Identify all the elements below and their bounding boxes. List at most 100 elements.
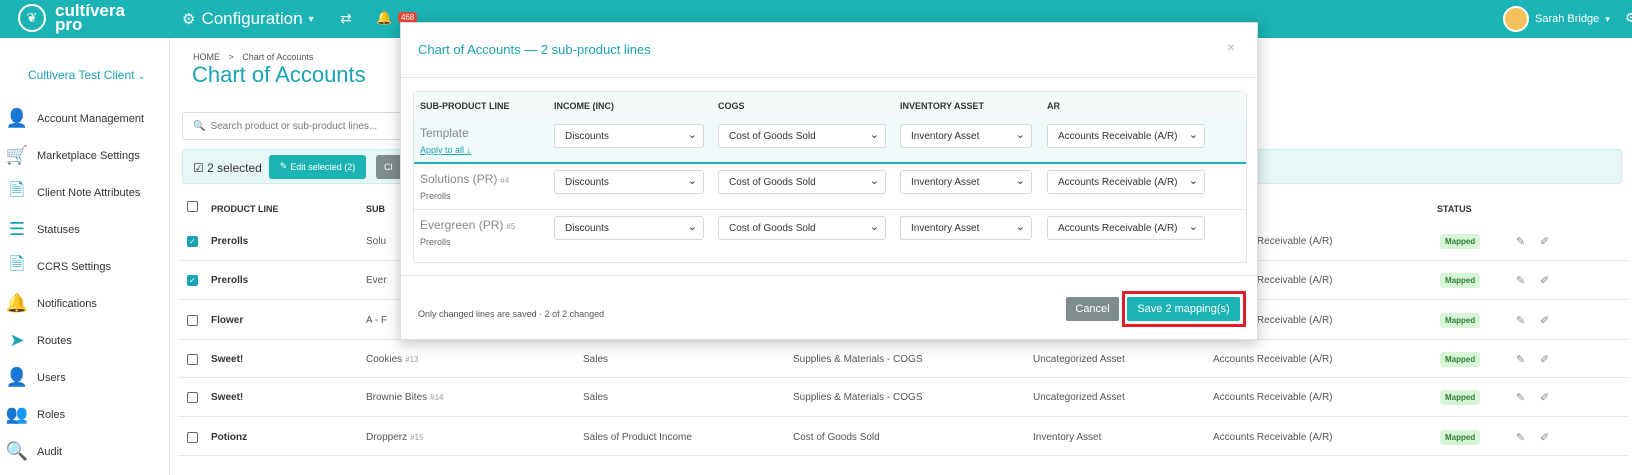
- row-checkbox[interactable]: [187, 392, 198, 403]
- template-row: Template Apply to all ↓ Discounts ⌄ Cost …: [414, 118, 1246, 164]
- template-cogs-select[interactable]: Cost of Goods Sold ⌄: [718, 124, 886, 148]
- select-all-checkbox[interactable]: [187, 201, 198, 212]
- pencil-icon[interactable]: ✎: [1516, 431, 1525, 444]
- row-checkbox-cell[interactable]: ✓: [187, 223, 198, 260]
- cancel-button[interactable]: Cancel: [1066, 297, 1119, 321]
- pencil-icon[interactable]: ✎: [1516, 314, 1525, 327]
- sub-line-row: Evergreen (PR) #5 Prerolls Discounts ⌄ Cos…: [414, 210, 1246, 256]
- eraser-icon[interactable]: ✐: [1540, 431, 1549, 444]
- clear-action[interactable]: ✐: [1540, 341, 1549, 377]
- inventory-select[interactable]: Inventory Asset ⌄: [900, 170, 1032, 194]
- edit-action[interactable]: ✎: [1516, 379, 1525, 416]
- logo[interactable]: ❦ cultívera pro: [18, 2, 125, 33]
- template-income-select[interactable]: Discounts ⌄: [554, 124, 704, 148]
- configuration-menu[interactable]: ⚙ Configuration ▾: [182, 9, 314, 29]
- row-checkbox-cell[interactable]: ✓: [187, 262, 198, 299]
- cogs-select[interactable]: Cost of Goods Sold ⌄: [718, 170, 886, 194]
- cogs-cell: Supplies & Materials - COGS: [793, 379, 923, 416]
- clear-action[interactable]: ✐: [1540, 379, 1549, 416]
- sub-product: Solu: [366, 236, 389, 247]
- clear-action[interactable]: ✐: [1540, 223, 1549, 260]
- breadcrumb-home[interactable]: HOME: [193, 52, 220, 62]
- clear-action[interactable]: ✐: [1540, 262, 1549, 299]
- select-value: Inventory Asset: [911, 131, 980, 142]
- ar-select[interactable]: Accounts Receivable (A/R) ⌄: [1047, 216, 1205, 240]
- logo-text: cultívera pro: [55, 2, 125, 33]
- sidebar-item-users[interactable]: 👤 Users: [0, 359, 170, 396]
- clear-action[interactable]: ✐: [1540, 419, 1549, 455]
- inventory-value: Uncategorized Asset: [1033, 392, 1125, 403]
- table-row[interactable]: Potionz Dropperz #15 Sales of Product Incom…: [178, 419, 1628, 456]
- eraser-icon[interactable]: ✐: [1540, 353, 1549, 366]
- list-icon: ☰: [8, 219, 26, 240]
- income-select[interactable]: Discounts ⌄: [554, 216, 704, 240]
- pencil-icon[interactable]: ✎: [1516, 235, 1525, 248]
- table-row[interactable]: Sweet! Brownie Bites #14 Sales Supplies & Ma…: [178, 379, 1628, 417]
- user-icon: 👤: [5, 367, 29, 388]
- cogs-select[interactable]: Cost of Goods Sold ⌄: [718, 216, 886, 240]
- bell-icon[interactable]: 🔔: [376, 11, 392, 26]
- income-select[interactable]: Discounts ⌄: [554, 170, 704, 194]
- sidebar-item-roles[interactable]: 👥 Roles: [0, 396, 170, 433]
- sidebar-item-statuses[interactable]: ☰ Statuses: [0, 211, 170, 248]
- pencil-icon[interactable]: ✎: [1516, 353, 1525, 366]
- pencil-icon[interactable]: ✎: [1516, 274, 1525, 287]
- edit-action[interactable]: ✎: [1516, 223, 1525, 260]
- template-inventory-select[interactable]: Inventory Asset ⌄: [900, 124, 1032, 148]
- user-icon: 👤: [5, 108, 29, 129]
- ar-select[interactable]: Accounts Receivable (A/R) ⌄: [1047, 170, 1205, 194]
- row-checkbox-cell[interactable]: [187, 302, 198, 339]
- avatar: [1503, 6, 1529, 32]
- client-selector[interactable]: Cultivera Test Client ⌄: [28, 68, 145, 82]
- sub-product: Dropperz #15: [366, 432, 424, 443]
- gear-icon[interactable]: ⚙: [1625, 11, 1632, 26]
- eraser-icon[interactable]: ✐: [1540, 235, 1549, 248]
- cart-icon: 🛒: [5, 145, 29, 166]
- sidebar-item-ccrs-settings[interactable]: 🗎 CCRS Settings: [0, 248, 170, 285]
- col-status: STATUS: [1437, 204, 1472, 214]
- sidebar-nav: 👤 Account Management 🛒 Marketplace Setting…: [0, 100, 170, 470]
- search-placeholder: Search product or sub-product lines...: [210, 121, 378, 132]
- row-checkbox-cell[interactable]: [187, 341, 198, 377]
- template-ar-select[interactable]: Accounts Receivable (A/R) ⌄: [1047, 124, 1205, 148]
- sub-product-id: #15: [410, 432, 424, 442]
- inventory-select[interactable]: Inventory Asset ⌄: [900, 216, 1032, 240]
- edit-action[interactable]: ✎: [1516, 341, 1525, 377]
- sub-product-cell: Cookies #13: [366, 341, 419, 377]
- row-checkbox[interactable]: ✓: [187, 236, 198, 247]
- pencil-icon[interactable]: ✎: [1516, 391, 1525, 404]
- row-checkbox[interactable]: ✓: [187, 275, 198, 286]
- clear-action[interactable]: ✐: [1540, 302, 1549, 339]
- sub-product-name: Solu: [366, 236, 387, 247]
- product-line-cell: Sweet!: [211, 341, 243, 377]
- edit-action[interactable]: ✎: [1516, 262, 1525, 299]
- row-checkbox-cell[interactable]: [187, 419, 198, 455]
- table-row[interactable]: Sweet! Cookies #13 Sales Supplies & Material…: [178, 341, 1628, 378]
- row-checkbox-cell[interactable]: [187, 379, 198, 416]
- sidebar-item-marketplace-settings[interactable]: 🛒 Marketplace Settings: [0, 137, 170, 174]
- income-value: Sales of Product Income: [583, 431, 692, 443]
- eraser-icon[interactable]: ✐: [1540, 391, 1549, 404]
- eraser-icon[interactable]: ✐: [1540, 314, 1549, 327]
- user-menu[interactable]: Sarah Bridge ▾: [1503, 6, 1610, 32]
- close-icon[interactable]: ×: [1227, 39, 1235, 55]
- row-checkbox[interactable]: [187, 315, 198, 326]
- row-checkbox[interactable]: [187, 353, 198, 365]
- edit-action[interactable]: ✎: [1516, 419, 1525, 455]
- row-checkbox[interactable]: [187, 431, 198, 443]
- swap-icon[interactable]: ⇄: [340, 11, 352, 27]
- sidebar-item-audit[interactable]: 🔍 Audit: [0, 433, 170, 470]
- chevron-down-icon: ⌄: [1015, 220, 1025, 233]
- apply-to-all-link[interactable]: Apply to all ↓: [420, 145, 471, 155]
- eraser-icon[interactable]: ✐: [1540, 274, 1549, 287]
- sidebar-item-routes[interactable]: ➤ Routes: [0, 322, 170, 359]
- select-value: Cost of Goods Sold: [729, 131, 816, 142]
- sidebar-item-account-management[interactable]: 👤 Account Management: [0, 100, 170, 137]
- sidebar-item-notifications[interactable]: 🔔 Notifications: [0, 285, 170, 322]
- edit-action[interactable]: ✎: [1516, 302, 1525, 339]
- product-line: Sweet!: [211, 353, 244, 365]
- edit-selected-button[interactable]: ✎ Edit selected (2): [269, 155, 366, 179]
- search-input[interactable]: 🔍 Search product or sub-product lines...: [182, 112, 402, 140]
- product-line-cell: Flower: [211, 302, 243, 339]
- sidebar-item-client-note-attributes[interactable]: 🗎 Client Note Attributes: [0, 174, 170, 211]
